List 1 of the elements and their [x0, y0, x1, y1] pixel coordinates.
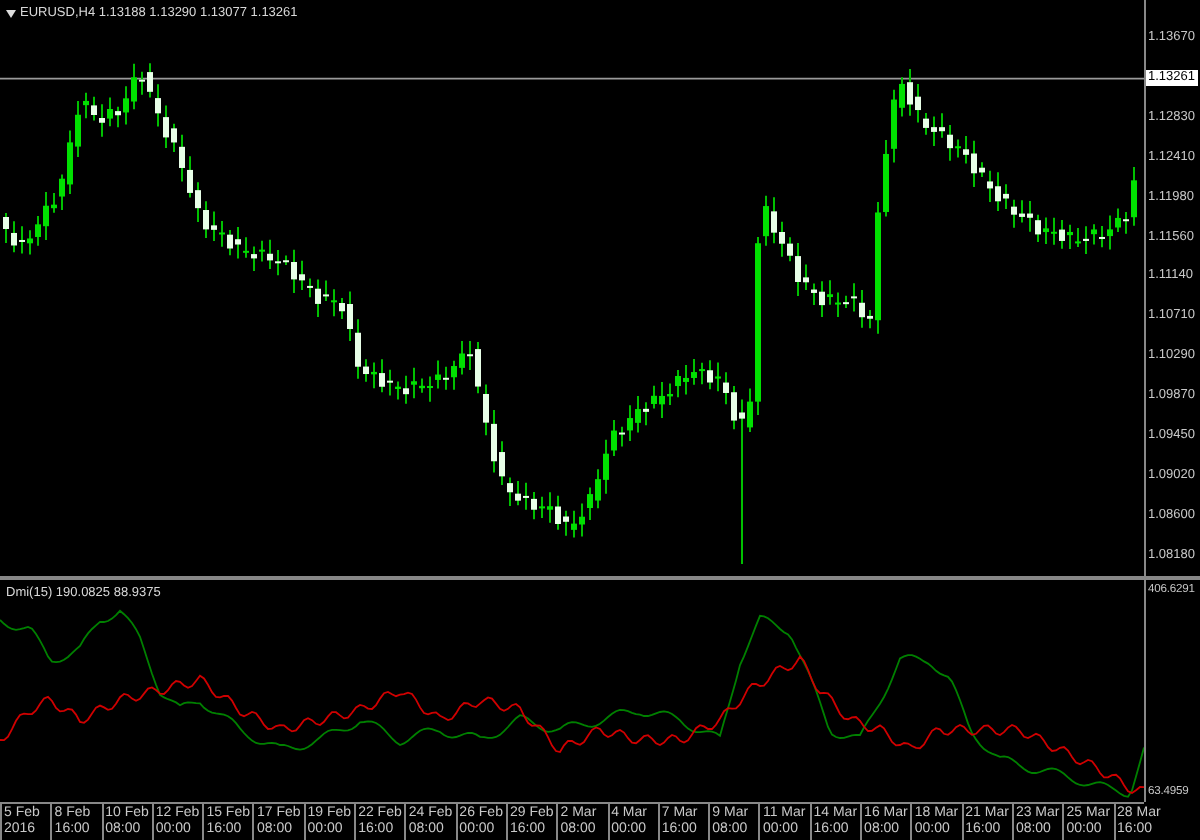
collapse-triangle-icon[interactable]	[6, 9, 16, 17]
